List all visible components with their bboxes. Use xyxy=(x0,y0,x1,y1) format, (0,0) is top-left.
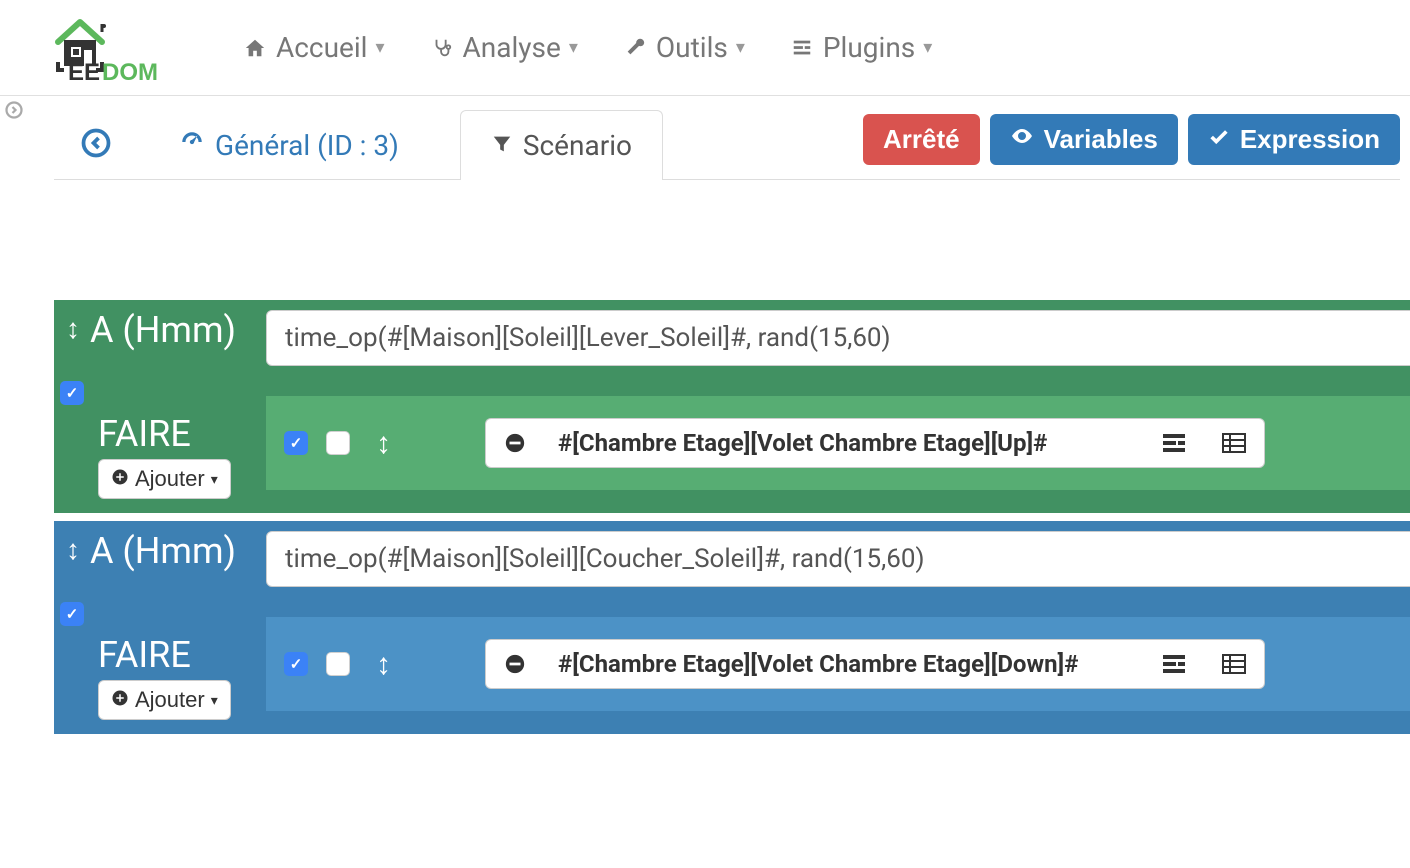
action-row: ✓ ↕ xyxy=(266,396,1410,490)
action-enable-checkbox[interactable]: ✓ xyxy=(284,652,308,676)
block-enable-checkbox[interactable]: ✓ xyxy=(60,381,84,405)
caret-icon: ▾ xyxy=(736,37,745,58)
caret-icon: ▾ xyxy=(569,37,578,58)
ajouter-button[interactable]: Ajouter ▾ xyxy=(98,680,231,720)
condition-input[interactable] xyxy=(266,310,1410,366)
ajouter-label: Ajouter xyxy=(135,466,205,492)
caret-icon: ▾ xyxy=(211,471,218,488)
drag-handle-icon[interactable]: ↕ xyxy=(64,529,82,570)
nav-outils-label: Outils xyxy=(656,31,728,64)
drag-handle-icon[interactable]: ↕ xyxy=(368,647,399,682)
filter-icon xyxy=(491,129,513,162)
drag-handle-icon[interactable]: ↕ xyxy=(368,426,399,461)
a-label: A (Hmm) xyxy=(90,308,236,353)
nav-items: Accueil ▾ Analyse ▾ Outils ▾ Plugins ▾ xyxy=(238,23,936,72)
action-command-input[interactable] xyxy=(544,639,1144,689)
svg-text:DOM: DOM xyxy=(102,59,158,84)
remove-action-button[interactable] xyxy=(485,639,544,689)
block-body: ✓ ↕ xyxy=(266,300,1410,513)
dashboard-icon xyxy=(179,129,205,162)
status-arrete-button[interactable]: Arrêté xyxy=(863,114,980,165)
nav-analyse-label: Analyse xyxy=(463,31,561,64)
select-command-button[interactable] xyxy=(1144,418,1204,468)
svg-text:EE: EE xyxy=(68,59,100,84)
check-icon xyxy=(1208,124,1230,155)
block-at-blue: ↕ ✓ A (Hmm) FAIRE Ajouter ▾ ✓ ↕ xyxy=(54,521,1410,734)
ajouter-label: Ajouter xyxy=(135,687,205,713)
action-row: ✓ ↕ xyxy=(266,617,1410,711)
block-side: ↕ ✓ A (Hmm) FAIRE Ajouter ▾ xyxy=(54,521,266,734)
wrench-icon xyxy=(622,35,648,61)
tabbar-right: Arrêté Variables Expression xyxy=(863,114,1400,165)
plugins-icon xyxy=(789,35,815,61)
action-input-group xyxy=(485,418,1265,468)
nav-plugins-label: Plugins xyxy=(823,31,915,64)
caret-icon: ▾ xyxy=(375,37,384,58)
faire-label: FAIRE xyxy=(98,634,256,676)
caret-icon: ▾ xyxy=(211,692,218,709)
action-command-input[interactable] xyxy=(544,418,1144,468)
status-label: Arrêté xyxy=(883,124,960,155)
drag-handle-icon[interactable]: ↕ xyxy=(64,308,82,349)
plus-circle-icon xyxy=(111,687,129,713)
ajouter-button[interactable]: Ajouter ▾ xyxy=(98,459,231,499)
remove-action-button[interactable] xyxy=(485,418,544,468)
tab-general[interactable]: Général (ID : 3) xyxy=(148,110,430,180)
nav-outils[interactable]: Outils ▾ xyxy=(618,23,749,72)
scenario-blocks: ↕ ✓ A (Hmm) FAIRE Ajouter ▾ ✓ ↕ xyxy=(0,180,1410,734)
tabbar: Général (ID : 3) Scénario Arrêté Variabl… xyxy=(54,96,1400,180)
variables-label: Variables xyxy=(1044,124,1158,155)
select-command-button[interactable] xyxy=(1144,639,1204,689)
faire-label: FAIRE xyxy=(98,413,256,455)
back-button[interactable] xyxy=(74,121,118,165)
drawer-toggle[interactable] xyxy=(0,96,28,124)
expression-label: Expression xyxy=(1240,124,1380,155)
a-label: A (Hmm) xyxy=(90,529,236,574)
tab-scenario[interactable]: Scénario xyxy=(460,110,663,180)
tab-scenario-label: Scénario xyxy=(523,129,632,162)
logo[interactable]: EE DOM xyxy=(28,12,178,84)
action-enable-checkbox[interactable]: ✓ xyxy=(284,431,308,455)
home-icon xyxy=(242,35,268,61)
nav-plugins[interactable]: Plugins ▾ xyxy=(785,23,936,72)
block-side: ↕ ✓ A (Hmm) FAIRE Ajouter ▾ xyxy=(54,300,266,513)
caret-icon: ▾ xyxy=(923,37,932,58)
tab-general-label: Général (ID : 3) xyxy=(215,129,399,162)
variables-button[interactable]: Variables xyxy=(990,114,1178,165)
plus-circle-icon xyxy=(111,466,129,492)
stethoscope-icon xyxy=(429,35,455,61)
block-body: ✓ ↕ xyxy=(266,521,1410,734)
expression-button[interactable]: Expression xyxy=(1188,114,1400,165)
eye-icon xyxy=(1010,124,1034,155)
condition-input[interactable] xyxy=(266,531,1410,587)
nav-home-label: Accueil xyxy=(276,31,367,64)
nav-analyse[interactable]: Analyse ▾ xyxy=(425,23,582,72)
action-secondary-checkbox[interactable] xyxy=(326,652,350,676)
navbar: EE DOM Accueil ▾ Analyse ▾ Outils ▾ xyxy=(0,0,1410,96)
tabbar-left: Général (ID : 3) Scénario xyxy=(54,110,863,179)
block-enable-checkbox[interactable]: ✓ xyxy=(60,602,84,626)
nav-home[interactable]: Accueil ▾ xyxy=(238,23,389,72)
action-secondary-checkbox[interactable] xyxy=(326,431,350,455)
select-scenario-button[interactable] xyxy=(1204,639,1265,689)
select-scenario-button[interactable] xyxy=(1204,418,1265,468)
block-at-green: ↕ ✓ A (Hmm) FAIRE Ajouter ▾ ✓ ↕ xyxy=(54,300,1410,513)
action-input-group xyxy=(485,639,1265,689)
